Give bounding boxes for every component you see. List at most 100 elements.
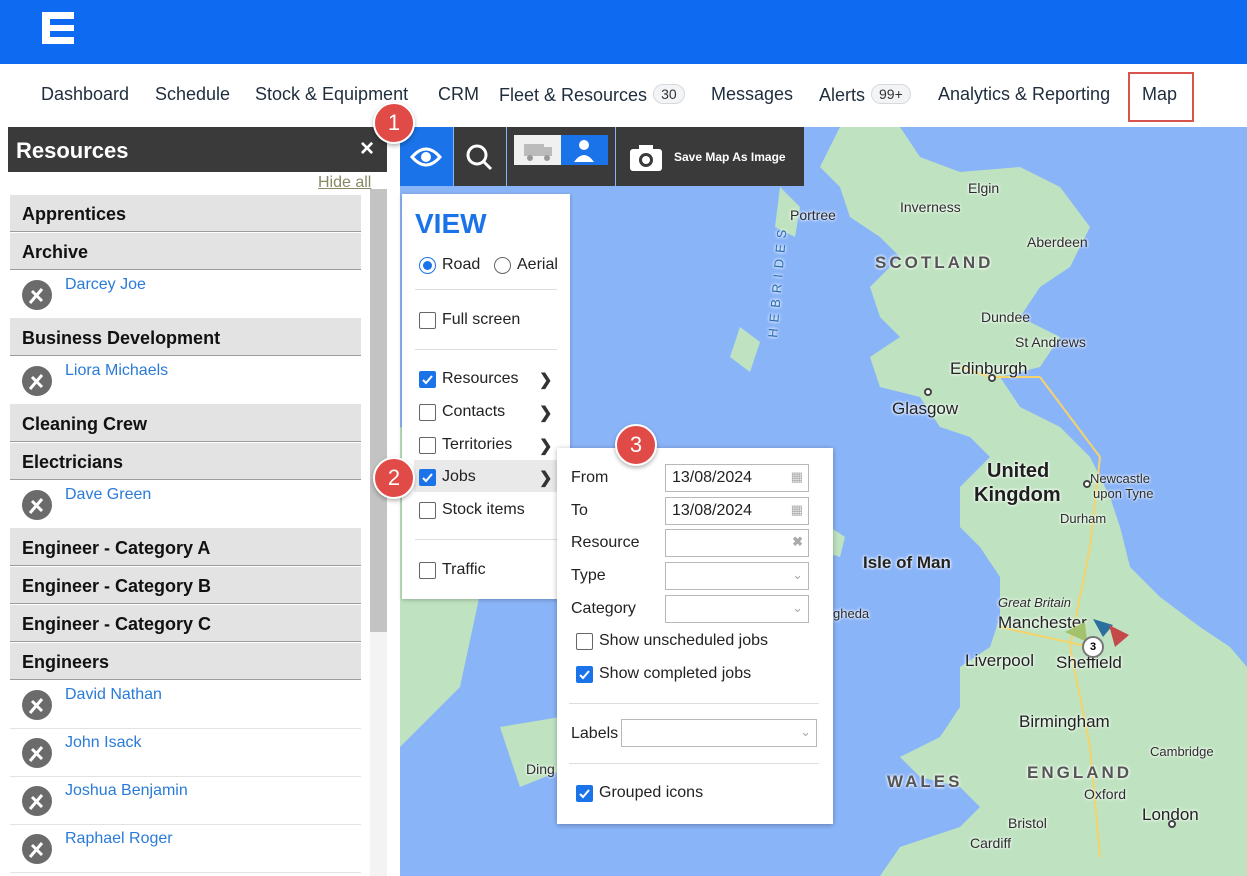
labels-select[interactable]: ⌄ xyxy=(621,719,817,747)
grouped-icons-checkbox[interactable]: Grouped icons xyxy=(576,784,703,802)
nav-map[interactable]: Map xyxy=(1142,84,1177,105)
resource-item[interactable]: Joshua Benjamin xyxy=(10,777,361,825)
save-map-image-button[interactable]: Save Map As Image xyxy=(616,127,804,186)
aerial-radio[interactable]: Aerial xyxy=(494,256,558,274)
resources-checkbox[interactable]: Resources xyxy=(419,370,518,388)
person-toggle-button[interactable] xyxy=(561,135,608,165)
stock-items-checkbox[interactable]: Stock items xyxy=(419,501,525,519)
search-tool-button[interactable] xyxy=(454,127,506,186)
chevron-right-icon[interactable]: ❯ xyxy=(539,370,552,390)
checkbox-checked[interactable] xyxy=(419,370,436,388)
map-label-inverness: Inverness xyxy=(900,199,961,215)
group-header[interactable]: Electricians xyxy=(10,443,361,480)
resource-name[interactable]: David Nathan xyxy=(65,686,162,704)
grouped-icons-label: Grouped icons xyxy=(599,784,704,801)
checkbox-checked[interactable] xyxy=(419,468,436,486)
city-dot xyxy=(1168,820,1176,828)
map-label-scotland: SCOTLAND xyxy=(875,253,994,272)
resource-label: Resource xyxy=(571,534,640,551)
resource-item[interactable]: Dave Green xyxy=(10,481,361,529)
map-label-durham: Durham xyxy=(1060,511,1107,526)
show-completed-checkbox[interactable]: Show completed jobs xyxy=(576,665,751,683)
checkbox-checked[interactable] xyxy=(576,784,593,802)
group-header[interactable]: Business Development xyxy=(10,319,361,356)
checkbox-checked[interactable] xyxy=(576,665,593,683)
group-header[interactable]: Engineer - Category A xyxy=(10,529,361,566)
show-unscheduled-checkbox[interactable]: Show unscheduled jobs xyxy=(576,632,768,650)
city-dot xyxy=(1083,480,1091,488)
group-header[interactable]: Apprentices xyxy=(10,195,361,232)
resource-item[interactable]: Liora Michaels xyxy=(10,357,361,405)
check-icon xyxy=(579,788,590,798)
full-screen-checkbox[interactable]: Full screen xyxy=(419,311,520,329)
chevron-right-icon[interactable]: ❯ xyxy=(539,468,552,488)
map-label-oxford: Oxford xyxy=(1084,786,1127,802)
nav-fleet-resources[interactable]: Fleet & Resources 30 xyxy=(499,84,685,106)
main-nav: Dashboard Schedule Stock & Equipment CRM… xyxy=(0,64,1247,127)
map-label-cardiff: Cardiff xyxy=(970,835,1011,851)
jobs-filter-panel: From 13/08/2024 ▦ To 13/08/2024 ▦ Resource… xyxy=(557,448,833,824)
from-date-field[interactable]: 13/08/2024 ▦ xyxy=(665,464,809,492)
resource-name[interactable]: Joshua Benjamin xyxy=(65,782,188,800)
nav-schedule[interactable]: Schedule xyxy=(155,84,230,105)
checkbox[interactable] xyxy=(419,436,436,454)
resource-name[interactable]: Dave Green xyxy=(65,486,151,504)
job-cluster-marker[interactable]: 3 xyxy=(1065,617,1135,658)
group-header[interactable]: Engineers xyxy=(10,643,361,680)
calendar-icon[interactable]: ▦ xyxy=(791,502,803,518)
map-label-dundee: Dundee xyxy=(981,309,1031,325)
resource-name[interactable]: Liora Michaels xyxy=(65,362,168,380)
resource-item[interactable]: John Isack xyxy=(10,729,361,777)
chevron-right-icon[interactable]: ❯ xyxy=(539,436,552,456)
category-select[interactable]: ⌄ xyxy=(665,595,809,623)
top-bar xyxy=(0,0,1247,64)
nav-stock-equipment[interactable]: Stock & Equipment xyxy=(255,84,408,105)
vehicle-toggle-button[interactable] xyxy=(514,135,561,165)
engineer-avatar-icon xyxy=(22,280,52,310)
map-label-st-andrews: St Andrews xyxy=(1015,334,1086,350)
app-logo-icon[interactable] xyxy=(42,12,74,44)
radio-selected[interactable] xyxy=(419,256,436,274)
chevron-right-icon[interactable]: ❯ xyxy=(539,403,552,423)
callout-badge: 1 xyxy=(373,102,415,144)
road-radio[interactable]: Road xyxy=(419,256,480,274)
resource-item[interactable]: Raphael Roger xyxy=(10,825,361,873)
radio-unselected[interactable] xyxy=(494,256,511,274)
resource-name[interactable]: John Isack xyxy=(65,734,141,752)
group-header[interactable]: Engineer - Category B xyxy=(10,567,361,604)
group-header[interactable]: Archive xyxy=(10,233,361,270)
contacts-checkbox[interactable]: Contacts xyxy=(419,403,505,421)
nav-crm[interactable]: CRM xyxy=(438,84,479,105)
map-label-glasgow: Glasgow xyxy=(892,399,959,418)
checkbox[interactable] xyxy=(419,311,436,329)
close-icon[interactable]: × xyxy=(360,135,374,163)
resource-item[interactable]: David Nathan xyxy=(10,681,361,729)
jobs-checkbox[interactable]: Jobs xyxy=(419,468,476,486)
nav-analytics-reporting[interactable]: Analytics & Reporting xyxy=(938,84,1110,105)
resource-name[interactable]: Raphael Roger xyxy=(65,830,173,848)
jobs-label: Jobs xyxy=(442,468,476,485)
clear-icon[interactable]: ✖ xyxy=(792,534,803,550)
territories-checkbox[interactable]: Territories xyxy=(419,436,512,454)
resource-field[interactable]: ✖ xyxy=(665,529,809,557)
resource-name[interactable]: Darcey Joe xyxy=(65,276,146,294)
group-header[interactable]: Engineer - Category C xyxy=(10,605,361,642)
calendar-icon[interactable]: ▦ xyxy=(791,469,803,485)
checkbox[interactable] xyxy=(576,632,593,650)
nav-dashboard[interactable]: Dashboard xyxy=(41,84,129,105)
checkbox[interactable] xyxy=(419,561,436,579)
hide-all-link[interactable]: Hide all xyxy=(318,174,371,192)
traffic-checkbox[interactable]: Traffic xyxy=(419,561,486,579)
group-header[interactable]: Cleaning Crew xyxy=(10,405,361,442)
resource-item[interactable]: Darcey Joe xyxy=(10,271,361,319)
to-date-field[interactable]: 13/08/2024 ▦ xyxy=(665,497,809,525)
map-label-cambridge: Cambridge xyxy=(1150,744,1214,759)
checkbox[interactable] xyxy=(419,501,436,519)
type-select[interactable]: ⌄ xyxy=(665,562,809,590)
checkbox[interactable] xyxy=(419,403,436,421)
nav-messages[interactable]: Messages xyxy=(711,84,793,105)
nav-alerts[interactable]: Alerts 99+ xyxy=(819,84,911,106)
divider xyxy=(415,349,557,350)
scrollbar-thumb[interactable] xyxy=(370,189,387,632)
resources-title: Resources xyxy=(16,138,129,163)
